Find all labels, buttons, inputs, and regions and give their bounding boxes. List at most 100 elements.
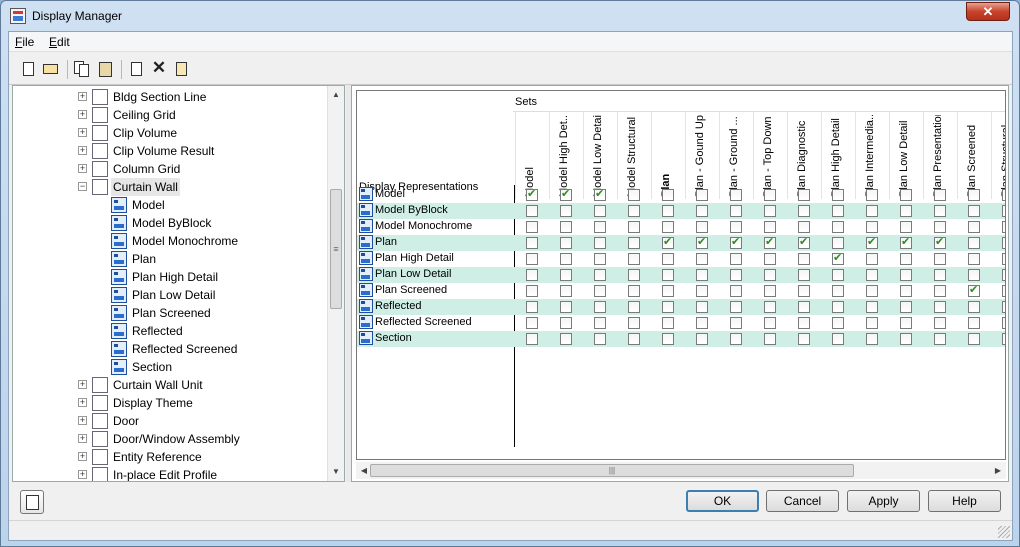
set-checkbox[interactable]	[798, 253, 810, 265]
set-checkbox[interactable]	[866, 269, 878, 281]
expand-icon[interactable]: +	[78, 416, 87, 425]
set-checkbox[interactable]	[764, 333, 776, 345]
set-checkbox[interactable]	[934, 269, 946, 281]
set-checkbox[interactable]	[526, 237, 538, 249]
tree-vertical-scrollbar[interactable]: ▲ ≡ ▼	[327, 86, 344, 481]
set-checkbox[interactable]	[560, 269, 572, 281]
tree-item[interactable]: Model	[13, 196, 325, 214]
set-checkbox[interactable]	[832, 251, 844, 265]
set-column-header[interactable]: Model Low Detail	[583, 111, 617, 199]
set-checkbox[interactable]	[934, 285, 946, 297]
set-checkbox[interactable]	[866, 235, 878, 249]
tree-item[interactable]: Reflected	[13, 322, 325, 340]
tree-item[interactable]: + Ceiling Grid	[13, 106, 325, 124]
set-checkbox[interactable]	[560, 253, 572, 265]
tree-item[interactable]: + Bldg Section Line	[13, 88, 325, 106]
set-checkbox[interactable]	[764, 269, 776, 281]
purge-icon[interactable]	[128, 60, 146, 78]
scroll-thumb[interactable]: ≡	[330, 189, 342, 309]
expand-icon[interactable]: +	[78, 128, 87, 137]
set-checkbox[interactable]	[730, 221, 742, 233]
set-checkbox[interactable]	[968, 317, 980, 329]
resize-grip[interactable]	[998, 526, 1010, 538]
expand-icon[interactable]: +	[78, 452, 87, 461]
close-button[interactable]: ✕	[966, 2, 1010, 21]
set-checkbox[interactable]	[968, 301, 980, 313]
set-checkbox[interactable]	[696, 205, 708, 217]
set-checkbox[interactable]	[968, 237, 980, 249]
set-checkbox[interactable]	[560, 237, 572, 249]
tree-item[interactable]: Plan Screened	[13, 304, 325, 322]
set-column-header[interactable]: Plan Low Detail	[889, 111, 923, 199]
set-checkbox[interactable]	[662, 253, 674, 265]
set-checkbox[interactable]	[900, 205, 912, 217]
set-column-header[interactable]: Plan Structural	[991, 111, 1005, 199]
tree-item[interactable]: + Clip Volume	[13, 124, 325, 142]
set-checkbox[interactable]	[1002, 269, 1005, 281]
expand-icon[interactable]: +	[78, 470, 87, 479]
set-checkbox[interactable]	[594, 269, 606, 281]
set-checkbox[interactable]	[730, 285, 742, 297]
set-checkbox[interactable]	[1002, 253, 1005, 265]
set-checkbox[interactable]	[832, 317, 844, 329]
set-checkbox[interactable]	[730, 333, 742, 345]
set-checkbox[interactable]	[696, 317, 708, 329]
open-folder-icon[interactable]	[42, 60, 60, 78]
set-checkbox[interactable]	[798, 301, 810, 313]
tree-item[interactable]: + In-place Edit Profile	[13, 466, 325, 481]
set-checkbox[interactable]	[1002, 285, 1005, 297]
set-checkbox[interactable]	[968, 269, 980, 281]
set-checkbox[interactable]	[968, 221, 980, 233]
expand-icon[interactable]: +	[78, 164, 87, 173]
delete-icon[interactable]: ✕	[150, 58, 168, 78]
set-checkbox[interactable]	[696, 221, 708, 233]
set-checkbox[interactable]	[934, 221, 946, 233]
tree-item[interactable]: Model Monochrome	[13, 232, 325, 250]
set-checkbox[interactable]	[866, 317, 878, 329]
set-checkbox[interactable]	[934, 317, 946, 329]
tree-item[interactable]: Plan High Detail	[13, 268, 325, 286]
tree-item[interactable]: Plan	[13, 250, 325, 268]
tree-item[interactable]: Reflected Screened	[13, 340, 325, 358]
set-checkbox[interactable]	[594, 285, 606, 297]
edit-set-icon[interactable]	[20, 490, 44, 514]
set-checkbox[interactable]	[628, 221, 640, 233]
set-checkbox[interactable]	[696, 235, 708, 249]
set-column-header[interactable]: Model Structural	[617, 111, 651, 199]
set-checkbox[interactable]	[594, 205, 606, 217]
object-tree[interactable]: + In-place Edit Profile + Entity Reference +…	[12, 85, 345, 482]
set-column-header[interactable]: Plan - Ground ...	[719, 111, 753, 199]
expand-icon[interactable]: +	[78, 434, 87, 443]
set-checkbox[interactable]	[900, 221, 912, 233]
set-checkbox[interactable]	[628, 301, 640, 313]
set-checkbox[interactable]	[730, 189, 742, 201]
set-checkbox[interactable]	[832, 285, 844, 297]
set-checkbox[interactable]	[934, 301, 946, 313]
set-checkbox[interactable]	[968, 253, 980, 265]
set-column-header[interactable]: Plan High Detail	[821, 111, 855, 199]
expand-icon[interactable]: +	[78, 92, 87, 101]
set-checkbox[interactable]	[900, 253, 912, 265]
set-checkbox[interactable]	[696, 333, 708, 345]
set-checkbox[interactable]	[934, 253, 946, 265]
set-checkbox[interactable]	[1002, 189, 1005, 201]
set-checkbox[interactable]	[696, 189, 708, 201]
set-checkbox[interactable]	[526, 269, 538, 281]
set-checkbox[interactable]	[968, 205, 980, 217]
set-checkbox[interactable]	[662, 301, 674, 313]
tree-item[interactable]: Model ByBlock	[13, 214, 325, 232]
title-bar[interactable]: Display Manager ✕	[1, 1, 1019, 31]
set-checkbox[interactable]	[832, 269, 844, 281]
set-checkbox[interactable]	[662, 205, 674, 217]
grid-horizontal-scrollbar[interactable]: ◀ ||| ▶	[356, 462, 1006, 479]
set-checkbox[interactable]	[628, 189, 640, 201]
set-checkbox[interactable]	[560, 333, 572, 345]
paste-icon[interactable]	[97, 60, 115, 78]
set-checkbox[interactable]	[764, 253, 776, 265]
set-checkbox[interactable]	[662, 333, 674, 345]
tree-item[interactable]: Section	[13, 358, 325, 376]
tree-item[interactable]: + Clip Volume Result	[13, 142, 325, 160]
set-checkbox[interactable]	[900, 301, 912, 313]
set-checkbox[interactable]	[628, 237, 640, 249]
set-checkbox[interactable]	[628, 269, 640, 281]
